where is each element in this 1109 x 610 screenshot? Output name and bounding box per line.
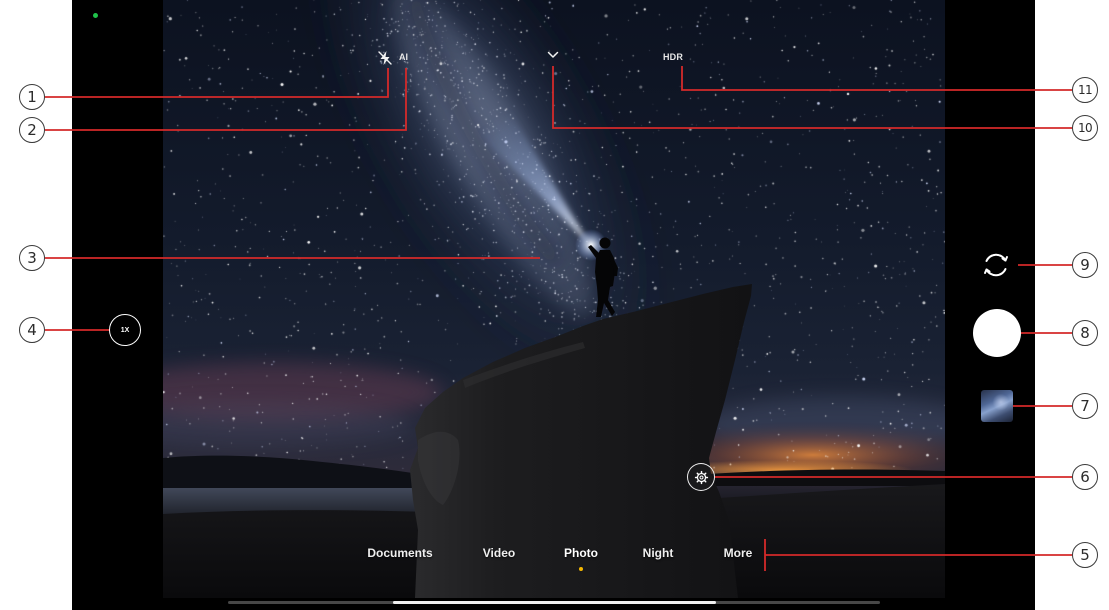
gallery-thumbnail[interactable] bbox=[981, 390, 1013, 422]
annotated-camera-screenshot: AI HDR Documents Video Photo Night More … bbox=[0, 0, 1109, 610]
callout-4: 4 bbox=[19, 317, 45, 343]
mode-more[interactable]: More bbox=[724, 545, 753, 561]
callout-11: 11 bbox=[1072, 77, 1098, 103]
camera-in-use-indicator bbox=[93, 13, 98, 18]
callout-10: 10 bbox=[1072, 115, 1098, 141]
mode-night[interactable]: Night bbox=[643, 545, 674, 561]
callout-9: 9 bbox=[1072, 252, 1098, 278]
mode-photo[interactable]: Photo bbox=[564, 545, 598, 561]
mode-video[interactable]: Video bbox=[483, 545, 515, 561]
chevron-down-icon[interactable] bbox=[547, 51, 559, 59]
callout-3: 3 bbox=[19, 245, 45, 271]
callout-2: 2 bbox=[19, 117, 45, 143]
viewfinder[interactable]: AI HDR Documents Video Photo Night More bbox=[163, 0, 945, 598]
flashlight-beam bbox=[479, 110, 590, 245]
distant-hills bbox=[163, 455, 443, 490]
settings-icon bbox=[694, 470, 708, 484]
callout-1: 1 bbox=[19, 84, 45, 110]
flash-off-icon[interactable] bbox=[377, 50, 393, 66]
callout-5: 5 bbox=[1072, 542, 1098, 568]
mode-documents[interactable]: Documents bbox=[367, 545, 432, 561]
tablet-screen: AI HDR Documents Video Photo Night More … bbox=[72, 0, 1035, 610]
callout-6: 6 bbox=[1072, 464, 1098, 490]
settings-button[interactable] bbox=[687, 463, 715, 491]
landscape bbox=[163, 110, 945, 598]
ai-toggle[interactable]: AI bbox=[399, 52, 408, 62]
callout-7: 7 bbox=[1072, 393, 1098, 419]
hdr-toggle[interactable]: HDR bbox=[663, 52, 683, 62]
switch-camera-button[interactable] bbox=[979, 248, 1013, 282]
zoom-label: 1X bbox=[120, 326, 130, 334]
zoom-button[interactable]: 1X bbox=[109, 314, 141, 346]
callout-8: 8 bbox=[1072, 320, 1098, 346]
active-mode-indicator bbox=[579, 567, 583, 571]
home-indicator-track bbox=[228, 601, 880, 604]
home-indicator[interactable] bbox=[393, 601, 716, 604]
shutter-button[interactable] bbox=[973, 309, 1021, 357]
rotate-camera-icon bbox=[984, 253, 1008, 277]
